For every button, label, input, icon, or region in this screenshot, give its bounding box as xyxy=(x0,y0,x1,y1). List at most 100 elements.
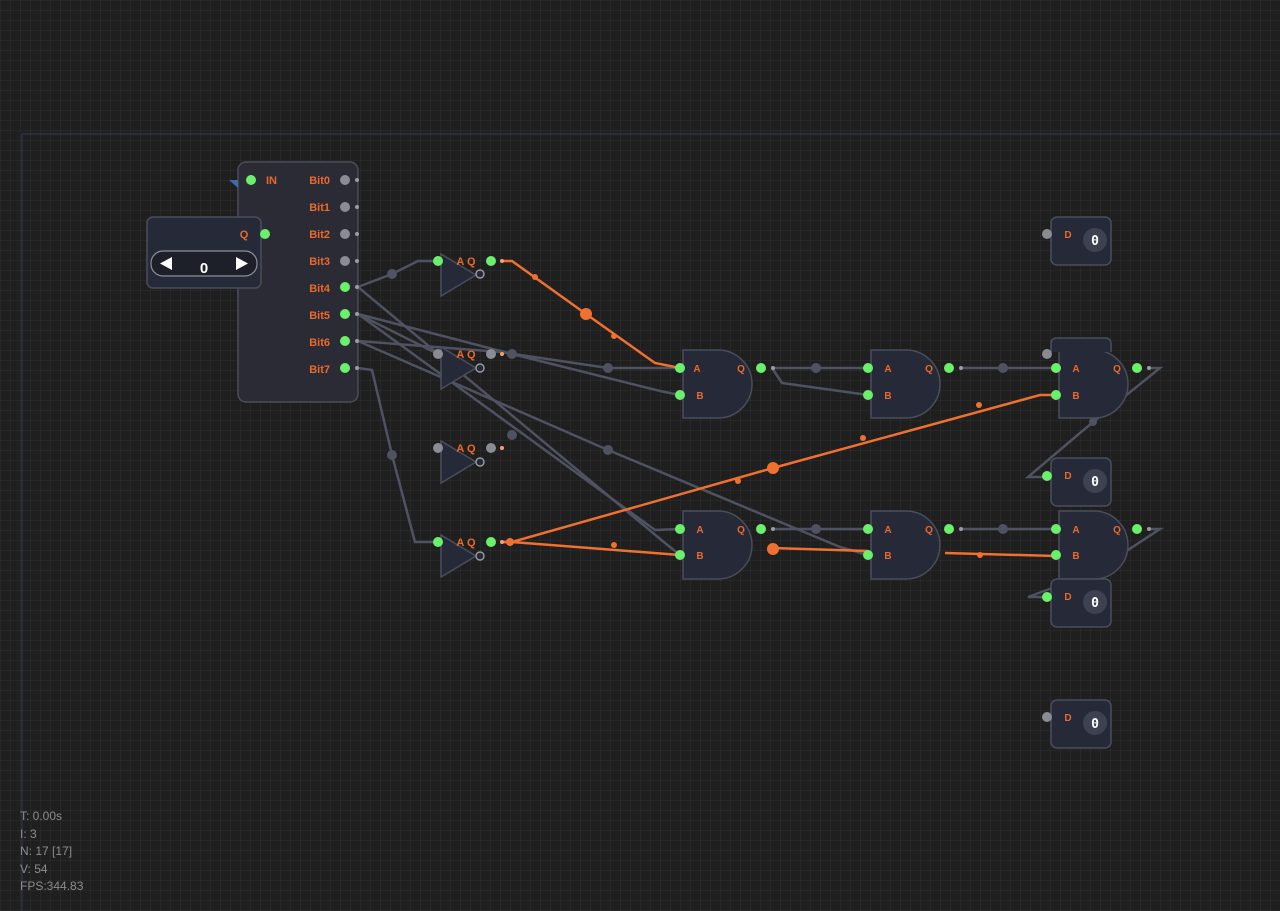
splitter-output-pin[interactable] xyxy=(340,256,350,266)
and-gate-input-a-pin[interactable] xyxy=(1051,363,1061,373)
splitter-output-label: Bit5 xyxy=(309,310,330,322)
and-gate-input-b-pin[interactable] xyxy=(675,390,685,400)
not-gate-bubble xyxy=(475,457,485,467)
and-gate-q-label: Q xyxy=(737,525,745,536)
stat-iterations: I: 3 xyxy=(20,826,37,841)
and-gate-input-a-pin[interactable] xyxy=(863,363,873,373)
and-gate-input-b-pin[interactable] xyxy=(863,550,873,560)
wire-junction xyxy=(1089,418,1097,426)
splitter-input-pin[interactable] xyxy=(246,175,256,185)
splitter-output-pin[interactable] xyxy=(340,229,350,239)
pin-connector xyxy=(355,178,359,182)
splitter-output-pin[interactable] xyxy=(340,363,350,373)
wire-junction xyxy=(603,445,613,455)
not-gate-output-pin[interactable] xyxy=(486,537,496,547)
and-gate[interactable]: A B Q xyxy=(675,510,775,580)
display-input-pin[interactable] xyxy=(1042,349,1052,359)
and-gate-output-pin[interactable] xyxy=(944,363,954,373)
and-gate-output-pin[interactable] xyxy=(1132,363,1142,373)
and-gate-body[interactable] xyxy=(870,349,941,419)
display-input-pin[interactable] xyxy=(1042,229,1052,239)
display-label: D xyxy=(1064,230,1071,241)
and-gate[interactable]: A B Q xyxy=(675,349,775,419)
circuit-canvas[interactable]: IN Bit0 Bit1 Bit2 Bit3 Bit4 Bit5 Bit6 Bi… xyxy=(0,0,1280,911)
and-gate-output-pin[interactable] xyxy=(756,363,766,373)
and-gate-b-label: B xyxy=(1072,391,1079,402)
hex-display[interactable]: D 0 xyxy=(1042,457,1112,507)
not-gate[interactable]: A Q xyxy=(433,533,504,579)
wire-active[interactable] xyxy=(771,546,869,553)
wire-junction xyxy=(998,363,1008,373)
wire-active[interactable] xyxy=(502,393,1056,544)
wire[interactable] xyxy=(770,367,869,397)
and-gate-q-label: Q xyxy=(1113,525,1121,536)
splitter-output-pin[interactable] xyxy=(340,282,350,292)
and-gate-output-pin[interactable] xyxy=(756,524,766,534)
number-input-output-label: Q xyxy=(240,229,249,241)
hex-display[interactable]: D 0 xyxy=(1042,699,1112,749)
splitter-output-label: Bit1 xyxy=(309,202,330,214)
number-input[interactable]: Q 0 xyxy=(146,216,270,289)
wire[interactable] xyxy=(357,259,438,289)
and-gate-input-b-pin[interactable] xyxy=(1051,390,1061,400)
and-gate[interactable]: A B Q xyxy=(863,349,963,419)
display-label: D xyxy=(1064,713,1071,724)
not-gate-output-pin[interactable] xyxy=(486,256,496,266)
display-input-pin[interactable] xyxy=(1042,712,1052,722)
and-gate-body[interactable] xyxy=(1058,510,1129,580)
not-gate[interactable]: A Q xyxy=(433,345,504,391)
and-gate-input-b-pin[interactable] xyxy=(675,550,685,560)
hex-display[interactable]: D 0 xyxy=(1042,578,1112,628)
and-gate[interactable]: A B Q xyxy=(1051,349,1151,419)
not-gate-input-pin[interactable] xyxy=(433,443,443,453)
splitter-output-pin[interactable] xyxy=(340,202,350,212)
and-gate-input-b-pin[interactable] xyxy=(1051,550,1061,560)
and-gate-body[interactable] xyxy=(682,510,753,580)
wire-active[interactable] xyxy=(502,540,681,557)
not-gate-input-pin[interactable] xyxy=(433,537,443,547)
and-gate-input-a-pin[interactable] xyxy=(1051,524,1061,534)
wire-active[interactable] xyxy=(944,551,1057,558)
splitter-output-label: Bit7 xyxy=(309,364,330,376)
not-gate-input-pin[interactable] xyxy=(433,349,443,359)
wire-junction xyxy=(860,435,866,441)
and-gate-output-pin[interactable] xyxy=(944,524,954,534)
splitter-output-label: Bit2 xyxy=(309,229,330,241)
display-input-pin[interactable] xyxy=(1042,592,1052,602)
not-gate[interactable]: A Q xyxy=(433,252,504,298)
wire[interactable] xyxy=(357,366,438,544)
wire-junction xyxy=(998,524,1008,534)
pin-connector xyxy=(959,527,963,531)
and-gate-body[interactable] xyxy=(682,349,753,419)
pin-connector xyxy=(1147,366,1151,370)
not-gate-output-pin[interactable] xyxy=(486,443,496,453)
pin-connector xyxy=(771,366,775,370)
splitter-output-pin[interactable] xyxy=(340,175,350,185)
wire-junction xyxy=(603,363,613,373)
and-gate-b-label: B xyxy=(1072,551,1079,562)
and-gate-body[interactable] xyxy=(870,510,941,580)
splitter-output-label: Bit3 xyxy=(309,256,330,268)
and-gate-input-b-pin[interactable] xyxy=(863,390,873,400)
wire-junction xyxy=(611,542,617,548)
and-gate-body[interactable] xyxy=(1058,349,1129,419)
and-gate-input-a-pin[interactable] xyxy=(675,363,685,373)
and-gate-input-a-pin[interactable] xyxy=(675,524,685,534)
number-input-output-pin[interactable] xyxy=(260,229,270,239)
splitter-output-pin[interactable] xyxy=(340,309,350,319)
not-gate[interactable]: A Q xyxy=(433,439,504,485)
wire-junction xyxy=(580,308,592,320)
display-input-pin[interactable] xyxy=(1042,471,1052,481)
display-body[interactable] xyxy=(1050,337,1112,352)
and-gate-input-a-pin[interactable] xyxy=(863,524,873,534)
and-gate-q-label: Q xyxy=(1113,364,1121,375)
and-gate[interactable]: A B Q xyxy=(863,510,963,580)
and-gate-a-label: A xyxy=(1072,525,1079,536)
stat-time: T: 0.00s xyxy=(20,809,63,823)
and-gate-b-label: B xyxy=(884,391,891,402)
not-gate-input-pin[interactable] xyxy=(433,256,443,266)
and-gate-output-pin[interactable] xyxy=(1132,524,1142,534)
hex-display[interactable]: D 0 xyxy=(1042,216,1112,266)
not-gate-output-pin[interactable] xyxy=(486,349,496,359)
splitter-output-pin[interactable] xyxy=(340,336,350,346)
